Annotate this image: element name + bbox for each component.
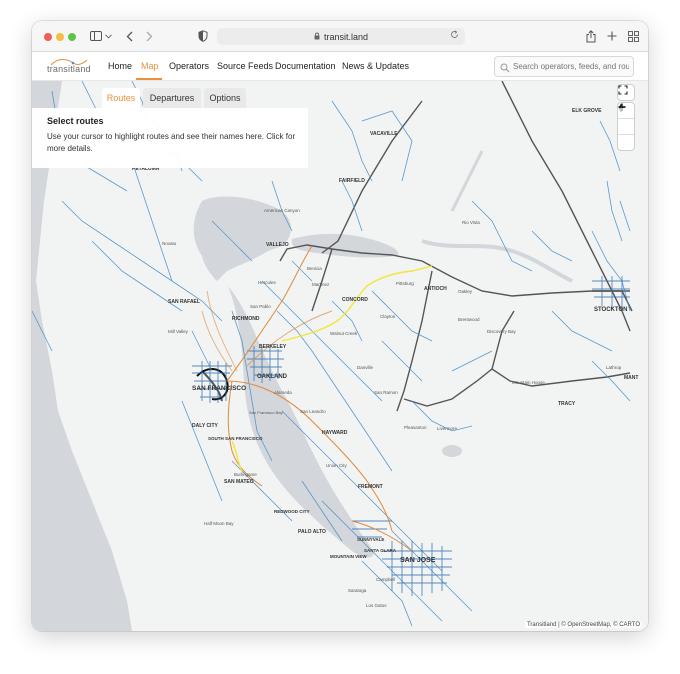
- browser-titlebar: transit.land: [32, 21, 648, 52]
- transitland-logo[interactable]: transitland: [47, 57, 91, 75]
- label-american-canyon: American Canyon: [264, 208, 300, 213]
- label-pittsburg: Pittsburg: [396, 281, 414, 286]
- label-livermore: Livermore: [437, 426, 458, 431]
- zoom-controls: [618, 103, 634, 150]
- label-campbell: Campbell: [376, 577, 395, 582]
- panel-title: Select routes: [47, 116, 104, 126]
- label-mountain-house: Mountain House: [512, 380, 545, 385]
- site-navbar: transitland Home Map Operators Source Fe…: [32, 52, 648, 81]
- new-tab-plus-icon[interactable]: [605, 27, 619, 45]
- label-walnut-creek: Walnut Creek: [330, 331, 358, 336]
- label-richmond: RICHMOND: [232, 316, 260, 322]
- label-hercules: Hercules: [258, 280, 277, 285]
- zoom-window-button[interactable]: [68, 33, 76, 41]
- label-burlingame: Burlingame: [234, 472, 257, 477]
- label-mountain-view: MOUNTAIN VIEW: [330, 554, 367, 559]
- label-palo-alto: PALO ALTO: [298, 529, 326, 535]
- search-box[interactable]: [494, 56, 634, 77]
- label-south-san-francisco: SOUTH SAN FRANCISCO: [208, 436, 263, 441]
- label-san-mateo: SAN MATEO: [224, 479, 254, 485]
- nav-link-documentation[interactable]: Documentation: [275, 61, 336, 71]
- transit-map[interactable]: ELK GROVE VACAVILLE PETALUMA FAIRFIELD A…: [32, 81, 648, 631]
- compass-north-icon[interactable]: [618, 103, 634, 150]
- zoom-out-button[interactable]: [618, 106, 634, 135]
- back-arrow-icon[interactable]: [122, 27, 136, 45]
- nav-link-home[interactable]: Home: [108, 61, 132, 71]
- label-san-jose: SAN JOSE: [400, 557, 436, 564]
- label-fremont: FREMONT: [358, 484, 383, 490]
- label-benicia: Benicia: [307, 266, 322, 271]
- label-sunnyvale: SUNNYVALE: [357, 537, 384, 542]
- label-saratoga: Saratoga: [348, 588, 367, 593]
- minimize-window-button[interactable]: [56, 33, 64, 41]
- browser-window: transit.land transitland Home Map Operat…: [32, 21, 648, 631]
- label-vacaville: VACAVILLE: [370, 131, 398, 137]
- label-martinez: Martinez: [312, 282, 330, 287]
- label-antioch: ANTIOCH: [424, 286, 447, 292]
- fullscreen-icon[interactable]: [618, 85, 634, 100]
- label-redwood-city: REDWOOD CITY: [274, 509, 310, 514]
- label-alameda: Alameda: [274, 390, 292, 395]
- address-bar[interactable]: transit.land: [217, 28, 465, 45]
- label-san-pablo: San Pablo: [250, 304, 271, 309]
- tab-departures[interactable]: Departures: [143, 88, 201, 108]
- fullscreen-control[interactable]: [618, 85, 634, 100]
- label-danville: Danville: [357, 365, 374, 370]
- label-pleasanton: Pleasanton: [404, 425, 427, 430]
- nav-link-source-feeds[interactable]: Source Feeds: [217, 61, 273, 71]
- label-concord: CONCORD: [342, 297, 368, 303]
- label-union-city: Union City: [326, 463, 348, 468]
- label-clayton: Clayton: [380, 314, 396, 319]
- label-brentwood: Brentwood: [458, 317, 480, 322]
- label-tracy: TRACY: [558, 401, 576, 407]
- label-san-leandro: San Leandro: [300, 409, 326, 414]
- label-san-rafael: SAN RAFAEL: [168, 299, 200, 305]
- label-mill-valley: Mill Valley: [168, 329, 189, 334]
- map-attribution[interactable]: Transitland | © OpenStreetMap, © CARTO: [524, 622, 642, 628]
- url-text: transit.land: [323, 31, 369, 42]
- forward-arrow-icon[interactable]: [142, 27, 156, 45]
- route-info-panel: Select routes Use your cursor to highlig…: [32, 108, 308, 168]
- active-nav-indicator: [136, 78, 162, 80]
- share-icon[interactable]: [584, 27, 598, 45]
- nav-link-news-updates[interactable]: News & Updates: [342, 61, 409, 71]
- label-oakland: OAKLAND: [257, 374, 288, 380]
- logo-text: transitland: [47, 64, 91, 74]
- lock-icon: [314, 32, 320, 42]
- label-oakley: Oakley: [458, 289, 473, 294]
- tab-overview-icon[interactable]: [626, 27, 640, 45]
- label-rio-vista: Rio Vista: [462, 220, 480, 225]
- label-novato: Novato: [162, 241, 177, 246]
- reload-icon[interactable]: [450, 30, 459, 42]
- label-san-ramon: San Ramon: [374, 390, 398, 395]
- close-window-button[interactable]: [44, 33, 52, 41]
- label-berkeley: BERKELEY: [259, 344, 287, 350]
- sidebar-toggle-icon[interactable]: [88, 27, 104, 45]
- label-los-gatos: Los Gatos: [366, 603, 387, 608]
- label-santa-clara: SANTA CLARA: [364, 548, 397, 553]
- label-daly-city: DALY CITY: [192, 423, 219, 429]
- label-fairfield: FAIRFIELD: [339, 178, 365, 184]
- label-vallejo: VALLEJO: [266, 242, 289, 248]
- nav-link-map[interactable]: Map: [141, 61, 159, 71]
- label-san-francisco: SAN FRANCISCO: [192, 385, 246, 392]
- panel-description: Use your cursor to highlight routes and …: [47, 132, 296, 153]
- tab-routes[interactable]: Routes: [102, 88, 140, 108]
- label-lathrop: Lathrop: [606, 365, 622, 370]
- label-half-moon-bay: Half Moon Bay: [204, 521, 234, 526]
- search-input[interactable]: [513, 59, 629, 73]
- label-discovery-bay: Discovery Bay: [487, 329, 517, 334]
- tab-options[interactable]: Options: [204, 88, 246, 108]
- nav-link-operators[interactable]: Operators: [169, 61, 209, 71]
- search-icon: [500, 60, 512, 73]
- label-stockton: STOCKTON: [594, 307, 627, 313]
- label-hayward: HAYWARD: [322, 430, 348, 436]
- label-elk-grove: ELK GROVE: [572, 108, 602, 114]
- chevron-down-icon[interactable]: [104, 27, 112, 45]
- privacy-shield-icon[interactable]: [196, 27, 210, 45]
- label-san-francisco-bay: San Francisco Bay: [249, 410, 283, 415]
- label-manteca: MANT: [624, 375, 638, 381]
